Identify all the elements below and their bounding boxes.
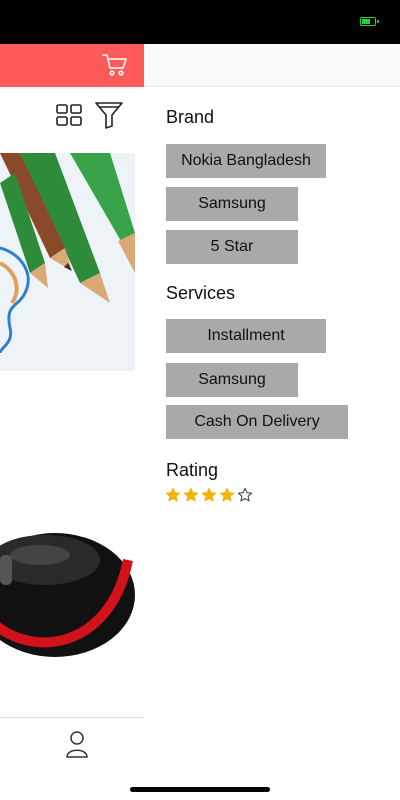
- rating-title: Rating: [166, 460, 219, 480]
- product-image-pencils[interactable]: [0, 153, 135, 371]
- service-option-installment[interactable]: Installment: [166, 319, 326, 353]
- battery-level: [362, 19, 370, 24]
- product-image-mouse[interactable]: [0, 500, 135, 670]
- app-header: [0, 44, 144, 87]
- filter-drawer: Brand Nokia Bangladesh Samsung 5 Star Se…: [144, 44, 400, 800]
- star-empty-icon[interactable]: [237, 487, 253, 503]
- service-option-samsung[interactable]: Samsung: [166, 363, 298, 397]
- battery-icon: [360, 17, 379, 26]
- brand-title: Brand: [166, 107, 215, 127]
- filter-icon[interactable]: [94, 100, 124, 130]
- bottom-divider: [0, 717, 144, 718]
- cart-icon[interactable]: [102, 53, 128, 77]
- star-filled-icon[interactable]: [165, 487, 181, 503]
- star-filled-icon[interactable]: [219, 487, 235, 503]
- rating-stars[interactable]: [165, 487, 253, 503]
- mouse-illustration: [0, 500, 135, 670]
- brand-option-5-star[interactable]: 5 Star: [166, 230, 298, 264]
- profile-icon[interactable]: [64, 730, 90, 758]
- star-filled-icon[interactable]: [183, 487, 199, 503]
- star-filled-icon[interactable]: [201, 487, 217, 503]
- services-title: Services: [166, 283, 236, 303]
- service-option-cash-on-delivery[interactable]: Cash On Delivery: [166, 405, 348, 439]
- brand-option-samsung[interactable]: Samsung: [166, 187, 298, 221]
- status-bar: [0, 0, 400, 44]
- brand-option-nokia-bangladesh[interactable]: Nokia Bangladesh: [166, 144, 326, 178]
- listing-toolbar: [56, 100, 126, 132]
- grid-view-icon[interactable]: [56, 104, 82, 126]
- drawer-top-bar: [144, 44, 400, 87]
- home-indicator: [130, 787, 270, 792]
- pencils-illustration: [0, 153, 135, 371]
